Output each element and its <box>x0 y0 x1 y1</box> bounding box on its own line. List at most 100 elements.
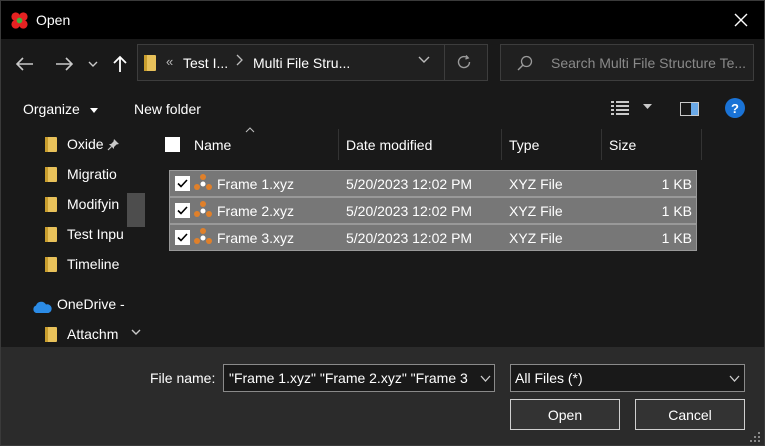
sidebar-item-modifying[interactable]: Modifyin <box>1 191 127 217</box>
table-row[interactable]: Frame 1.xyz 5/20/2023 12:02 PM XYZ File … <box>169 170 697 197</box>
view-options-chevron-icon[interactable] <box>643 104 652 109</box>
sidebar-item-attachments[interactable]: Attachm <box>1 321 127 347</box>
recent-locations-button[interactable] <box>83 52 103 76</box>
chevron-down-icon <box>729 375 740 382</box>
back-button[interactable] <box>13 52 37 76</box>
column-headers: Name Date modified Type Size <box>147 127 764 161</box>
address-dropdown-icon[interactable] <box>418 56 430 64</box>
sidebar-item-onedrive[interactable]: OneDrive - <box>1 294 141 320</box>
sidebar-item-test-input[interactable]: Test Inpu <box>1 221 127 247</box>
row-checkbox[interactable] <box>175 230 190 245</box>
dialog-footer: File name: "Frame 1.xyz" "Frame 2.xyz" "… <box>1 347 764 445</box>
help-icon[interactable]: ? <box>725 98 745 118</box>
folder-icon <box>45 257 57 272</box>
file-name: Frame 3.xyz <box>217 230 295 246</box>
file-type: XYZ File <box>509 230 563 246</box>
table-row[interactable]: Frame 2.xyz 5/20/2023 12:02 PM XYZ File … <box>169 197 697 224</box>
file-name-label: File name: <box>150 370 216 386</box>
organize-menu-button[interactable]: Organize <box>23 101 98 117</box>
up-button[interactable] <box>108 52 132 76</box>
xyz-file-icon <box>194 228 212 244</box>
file-size: 1 KB <box>661 203 692 219</box>
file-type: XYZ File <box>509 176 563 192</box>
row-checkbox[interactable] <box>175 203 190 218</box>
sidebar-item-migration[interactable]: Migratio <box>1 161 127 187</box>
sidebar-item-label: Test Inpu <box>67 226 124 242</box>
chevron-down-icon[interactable] <box>480 375 491 382</box>
arrow-left-icon <box>16 57 33 71</box>
file-date: 5/20/2023 12:02 PM <box>346 203 473 219</box>
details-view-icon[interactable] <box>611 101 629 115</box>
file-type-filter[interactable]: All Files (*) <box>510 364 745 392</box>
close-icon <box>734 13 748 27</box>
title-bar: Open <box>1 1 764 39</box>
file-name-value[interactable]: "Frame 1.xyz" "Frame 2.xyz" "Frame 3 <box>229 370 474 386</box>
sort-ascending-icon <box>245 127 255 133</box>
column-header-type[interactable]: Type <box>509 137 539 153</box>
close-button[interactable] <box>718 1 764 39</box>
window-title: Open <box>36 12 71 28</box>
row-checkbox[interactable] <box>175 176 190 191</box>
folder-icon <box>144 55 156 71</box>
column-header-size[interactable]: Size <box>609 137 636 153</box>
sidebar-item-timeline[interactable]: Timeline <box>1 251 127 277</box>
column-divider[interactable] <box>501 129 502 160</box>
open-button[interactable]: Open <box>510 399 620 430</box>
sidebar-item-oxide[interactable]: Oxide <box>1 131 127 157</box>
breadcrumb-separator-icon[interactable] <box>236 54 243 69</box>
breadcrumb-multi-file[interactable]: Multi File Stru... <box>253 55 350 71</box>
file-size: 1 KB <box>661 176 692 192</box>
folder-icon <box>45 137 57 152</box>
command-bar: Organize New folder ? <box>1 89 764 129</box>
red-clover-icon <box>11 12 28 29</box>
nav-scrollbar[interactable] <box>127 129 147 347</box>
folder-icon <box>45 327 57 342</box>
file-list: Name Date modified Type Size Frame 1.xyz… <box>147 127 764 347</box>
address-bar[interactable]: « Test I... Multi File Stru... <box>137 44 488 81</box>
open-dialog: Open « Test I... Multi File Stru... Sear… <box>0 0 765 446</box>
arrow-up-icon <box>113 55 127 72</box>
chevron-down-icon <box>88 61 98 67</box>
forward-button[interactable] <box>52 52 76 76</box>
nav-scrollbar-thumb[interactable] <box>127 193 145 227</box>
refresh-icon[interactable] <box>456 54 472 70</box>
address-overflow[interactable]: « <box>166 54 173 69</box>
search-input[interactable]: Search Multi File Structure Te... <box>551 55 751 71</box>
checkmark-icon <box>177 206 188 215</box>
search-box[interactable]: Search Multi File Structure Te... <box>500 44 754 81</box>
column-header-date[interactable]: Date modified <box>346 137 432 153</box>
file-date: 5/20/2023 12:02 PM <box>346 176 473 192</box>
navigation-bar: « Test I... Multi File Stru... Search Mu… <box>1 39 764 89</box>
folder-icon <box>45 167 57 182</box>
arrow-right-icon <box>56 57 73 71</box>
file-name: Frame 2.xyz <box>217 203 295 219</box>
chevron-down-icon[interactable] <box>131 329 141 335</box>
select-all-checkbox[interactable] <box>165 137 180 152</box>
table-row[interactable]: Frame 3.xyz 5/20/2023 12:02 PM XYZ File … <box>169 224 697 251</box>
column-divider[interactable] <box>601 129 602 160</box>
file-size: 1 KB <box>661 230 692 246</box>
address-divider <box>444 45 445 80</box>
column-divider[interactable] <box>701 129 702 160</box>
sidebar-item-label: Attachm <box>67 326 119 342</box>
navigation-pane: Oxide Migratio Modifyin Test Inpu Timeli… <box>1 129 147 347</box>
sidebar-item-label: Migratio <box>67 166 117 182</box>
sidebar-item-label: OneDrive - <box>57 296 125 312</box>
resize-grip-icon[interactable] <box>750 432 760 442</box>
file-name-field[interactable]: "Frame 1.xyz" "Frame 2.xyz" "Frame 3 <box>223 364 495 392</box>
column-divider[interactable] <box>338 129 339 160</box>
sidebar-item-label: Timeline <box>67 256 120 272</box>
chevron-down-icon <box>89 107 98 113</box>
xyz-file-icon <box>194 174 212 190</box>
cancel-button[interactable]: Cancel <box>635 399 745 430</box>
sidebar-item-label: Modifyin <box>67 196 120 212</box>
organize-label: Organize <box>23 101 80 117</box>
new-folder-button[interactable]: New folder <box>134 101 201 117</box>
checkmark-icon <box>177 233 188 242</box>
file-date: 5/20/2023 12:02 PM <box>346 230 473 246</box>
pin-icon <box>107 139 119 151</box>
onedrive-cloud-icon <box>33 301 52 313</box>
preview-pane-icon[interactable] <box>680 102 699 116</box>
breadcrumb-test[interactable]: Test I... <box>183 55 228 71</box>
column-header-name[interactable]: Name <box>194 137 231 153</box>
